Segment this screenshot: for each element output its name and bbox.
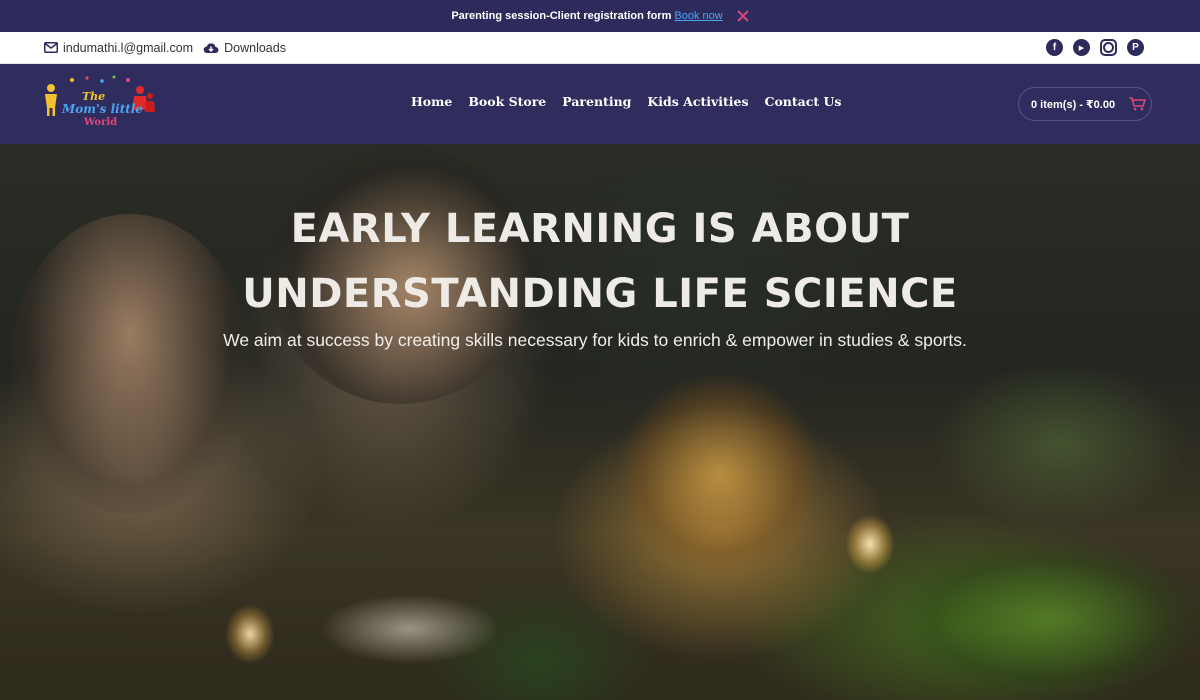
youtube-icon[interactable]: ▶ (1073, 39, 1090, 56)
hero-photo-lantern (845, 514, 895, 574)
main-nav: Home Book Store Parenting Kids Activitie… (411, 94, 841, 109)
cart-button[interactable]: 0 item(s) - ₹0.00 (1018, 87, 1152, 121)
downloads-link[interactable]: Downloads (203, 41, 286, 55)
logo-confetti (70, 75, 130, 83)
contact-bar: indumathi.l@gmail.com Downloads f ▶ P (0, 32, 1200, 64)
announcement-text: Parenting session-Client registration fo… (451, 10, 672, 22)
pinterest-icon[interactable]: P (1127, 39, 1144, 56)
nav-kids-activities[interactable]: Kids Activities (647, 94, 748, 109)
nav-book-store[interactable]: Book Store (468, 94, 546, 109)
hero-photo-kid-left (10, 214, 250, 514)
hero-banner: EARLY LEARNING IS ABOUT UNDERSTANDING LI… (0, 144, 1200, 700)
social-links: f ▶ P (1046, 39, 1144, 56)
hero-heading-line2: UNDERSTANDING LIFE SCIENCE (242, 271, 958, 317)
nav-home[interactable]: Home (411, 94, 452, 109)
downloads-label: Downloads (224, 40, 286, 55)
cloud-download-icon (203, 42, 219, 53)
site-logo[interactable]: The Mom's little World (42, 74, 157, 134)
shopping-cart-icon (1129, 97, 1146, 111)
close-icon[interactable] (737, 10, 749, 22)
nav-contact-us[interactable]: Contact Us (765, 94, 842, 109)
logo-moms-little: Mom's little (61, 102, 143, 116)
site-header: The Mom's little World Home Book Store P… (0, 64, 1200, 144)
logo-world: World (83, 117, 117, 128)
hero-photo-book (320, 594, 500, 664)
hero-heading-line1: EARLY LEARNING IS ABOUT (290, 206, 910, 252)
nav-parenting[interactable]: Parenting (562, 94, 631, 109)
hero-subheading: We aim at success by creating skills nec… (223, 330, 967, 350)
hero-photo-castle (620, 374, 820, 574)
logo-kid-left (45, 84, 57, 116)
email-text: indumathi.l@gmail.com (63, 40, 194, 55)
mail-icon (44, 42, 58, 53)
facebook-icon[interactable]: f (1046, 39, 1063, 56)
instagram-icon[interactable] (1100, 39, 1117, 56)
hero-photo-lantern-left (225, 604, 275, 664)
announcement-bar: Parenting session-Client registration fo… (0, 0, 1200, 32)
hero-photo-moss (900, 544, 1200, 694)
cart-summary: 0 item(s) - ₹0.00 (1031, 98, 1116, 111)
book-now-link[interactable]: Book now (674, 10, 722, 22)
email-link[interactable]: indumathi.l@gmail.com (44, 41, 193, 55)
